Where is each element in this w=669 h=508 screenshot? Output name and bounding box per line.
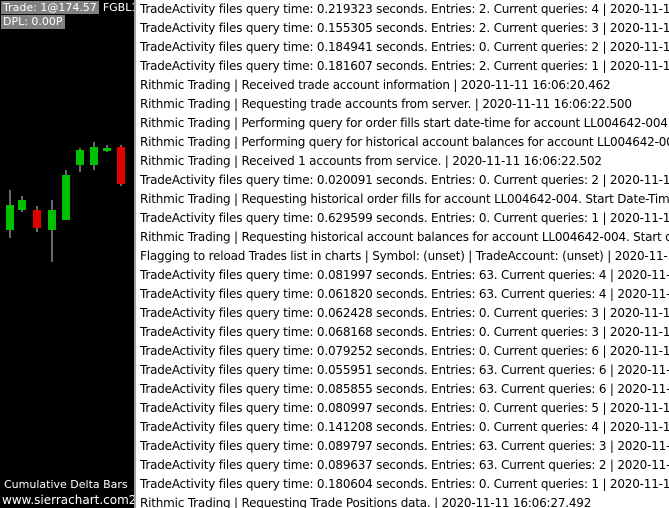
candle-body (6, 205, 14, 230)
candle-body (90, 147, 98, 165)
log-line: TradeActivity files query time: 0.089637… (140, 458, 669, 472)
log-line: Rithmic Trading | Requesting historical … (140, 230, 669, 244)
candle-body (33, 210, 41, 228)
candle-body (18, 200, 26, 210)
trade-info: Trade: 1@174.57FGBL12 (1, 1, 134, 15)
log-line: TradeActivity files query time: 0.180604… (140, 477, 669, 491)
message-log[interactable]: TradeActivity files query time: 0.219323… (136, 0, 669, 508)
log-line: TradeActivity files query time: 0.081997… (140, 268, 669, 282)
candle-body (117, 147, 125, 184)
log-line: Rithmic Trading | Received trade account… (140, 78, 611, 92)
log-line: TradeActivity files query time: 0.085855… (140, 382, 669, 396)
log-line: TradeActivity files query time: 0.089797… (140, 439, 669, 453)
log-line: Rithmic Trading | Requesting Trade Posit… (140, 496, 592, 508)
log-line: TradeActivity files query time: 0.080997… (140, 401, 669, 415)
log-line: Rithmic Trading | Performing query for h… (140, 135, 669, 149)
candle-body (76, 150, 84, 165)
candle-body (62, 175, 70, 220)
chart-pane[interactable]: Trade: 1@174.57FGBL12 DPL: 0.00P Cumulat… (0, 0, 134, 508)
watermark: www.sierrachart.com20 (0, 492, 134, 508)
log-line: Rithmic Trading | Requesting trade accou… (140, 97, 632, 111)
candle-body (103, 148, 111, 151)
log-line: TradeActivity files query time: 0.155305… (140, 21, 669, 35)
log-line: Flagging to reload Trades list in charts… (140, 249, 669, 263)
log-line: TradeActivity files query time: 0.055951… (140, 363, 669, 377)
log-line: TradeActivity files query time: 0.184941… (140, 40, 669, 54)
candle-body (48, 210, 56, 230)
log-line: Rithmic Trading | Requesting historical … (140, 192, 669, 206)
log-line: TradeActivity files query time: 0.061820… (140, 287, 669, 301)
log-line: TradeActivity files query time: 0.062428… (140, 306, 669, 320)
log-line: TradeActivity files query time: 0.629599… (140, 211, 669, 225)
trade-label: Trade: 1@174.57 (1, 1, 99, 14)
log-line: TradeActivity files query time: 0.219323… (140, 2, 669, 16)
log-line: Rithmic Trading | Performing query for o… (140, 116, 669, 130)
dpl-label: DPL: 0.00P (1, 15, 65, 29)
log-line: TradeActivity files query time: 0.020091… (140, 173, 669, 187)
subgraph-label: Cumulative Delta Bars (4, 478, 128, 491)
watermark-text: www.sierrachart.com (2, 493, 129, 507)
candlestick-chart[interactable] (0, 0, 134, 508)
log-line: Rithmic Trading | Received 1 accounts fr… (140, 154, 602, 168)
log-line: TradeActivity files query time: 0.079252… (140, 344, 669, 358)
symbol-label: FGBL12 (102, 1, 134, 14)
log-line: TradeActivity files query time: 0.181607… (140, 59, 669, 73)
log-line: TradeActivity files query time: 0.068168… (140, 325, 669, 339)
log-line: TradeActivity files query time: 0.141208… (140, 420, 669, 434)
